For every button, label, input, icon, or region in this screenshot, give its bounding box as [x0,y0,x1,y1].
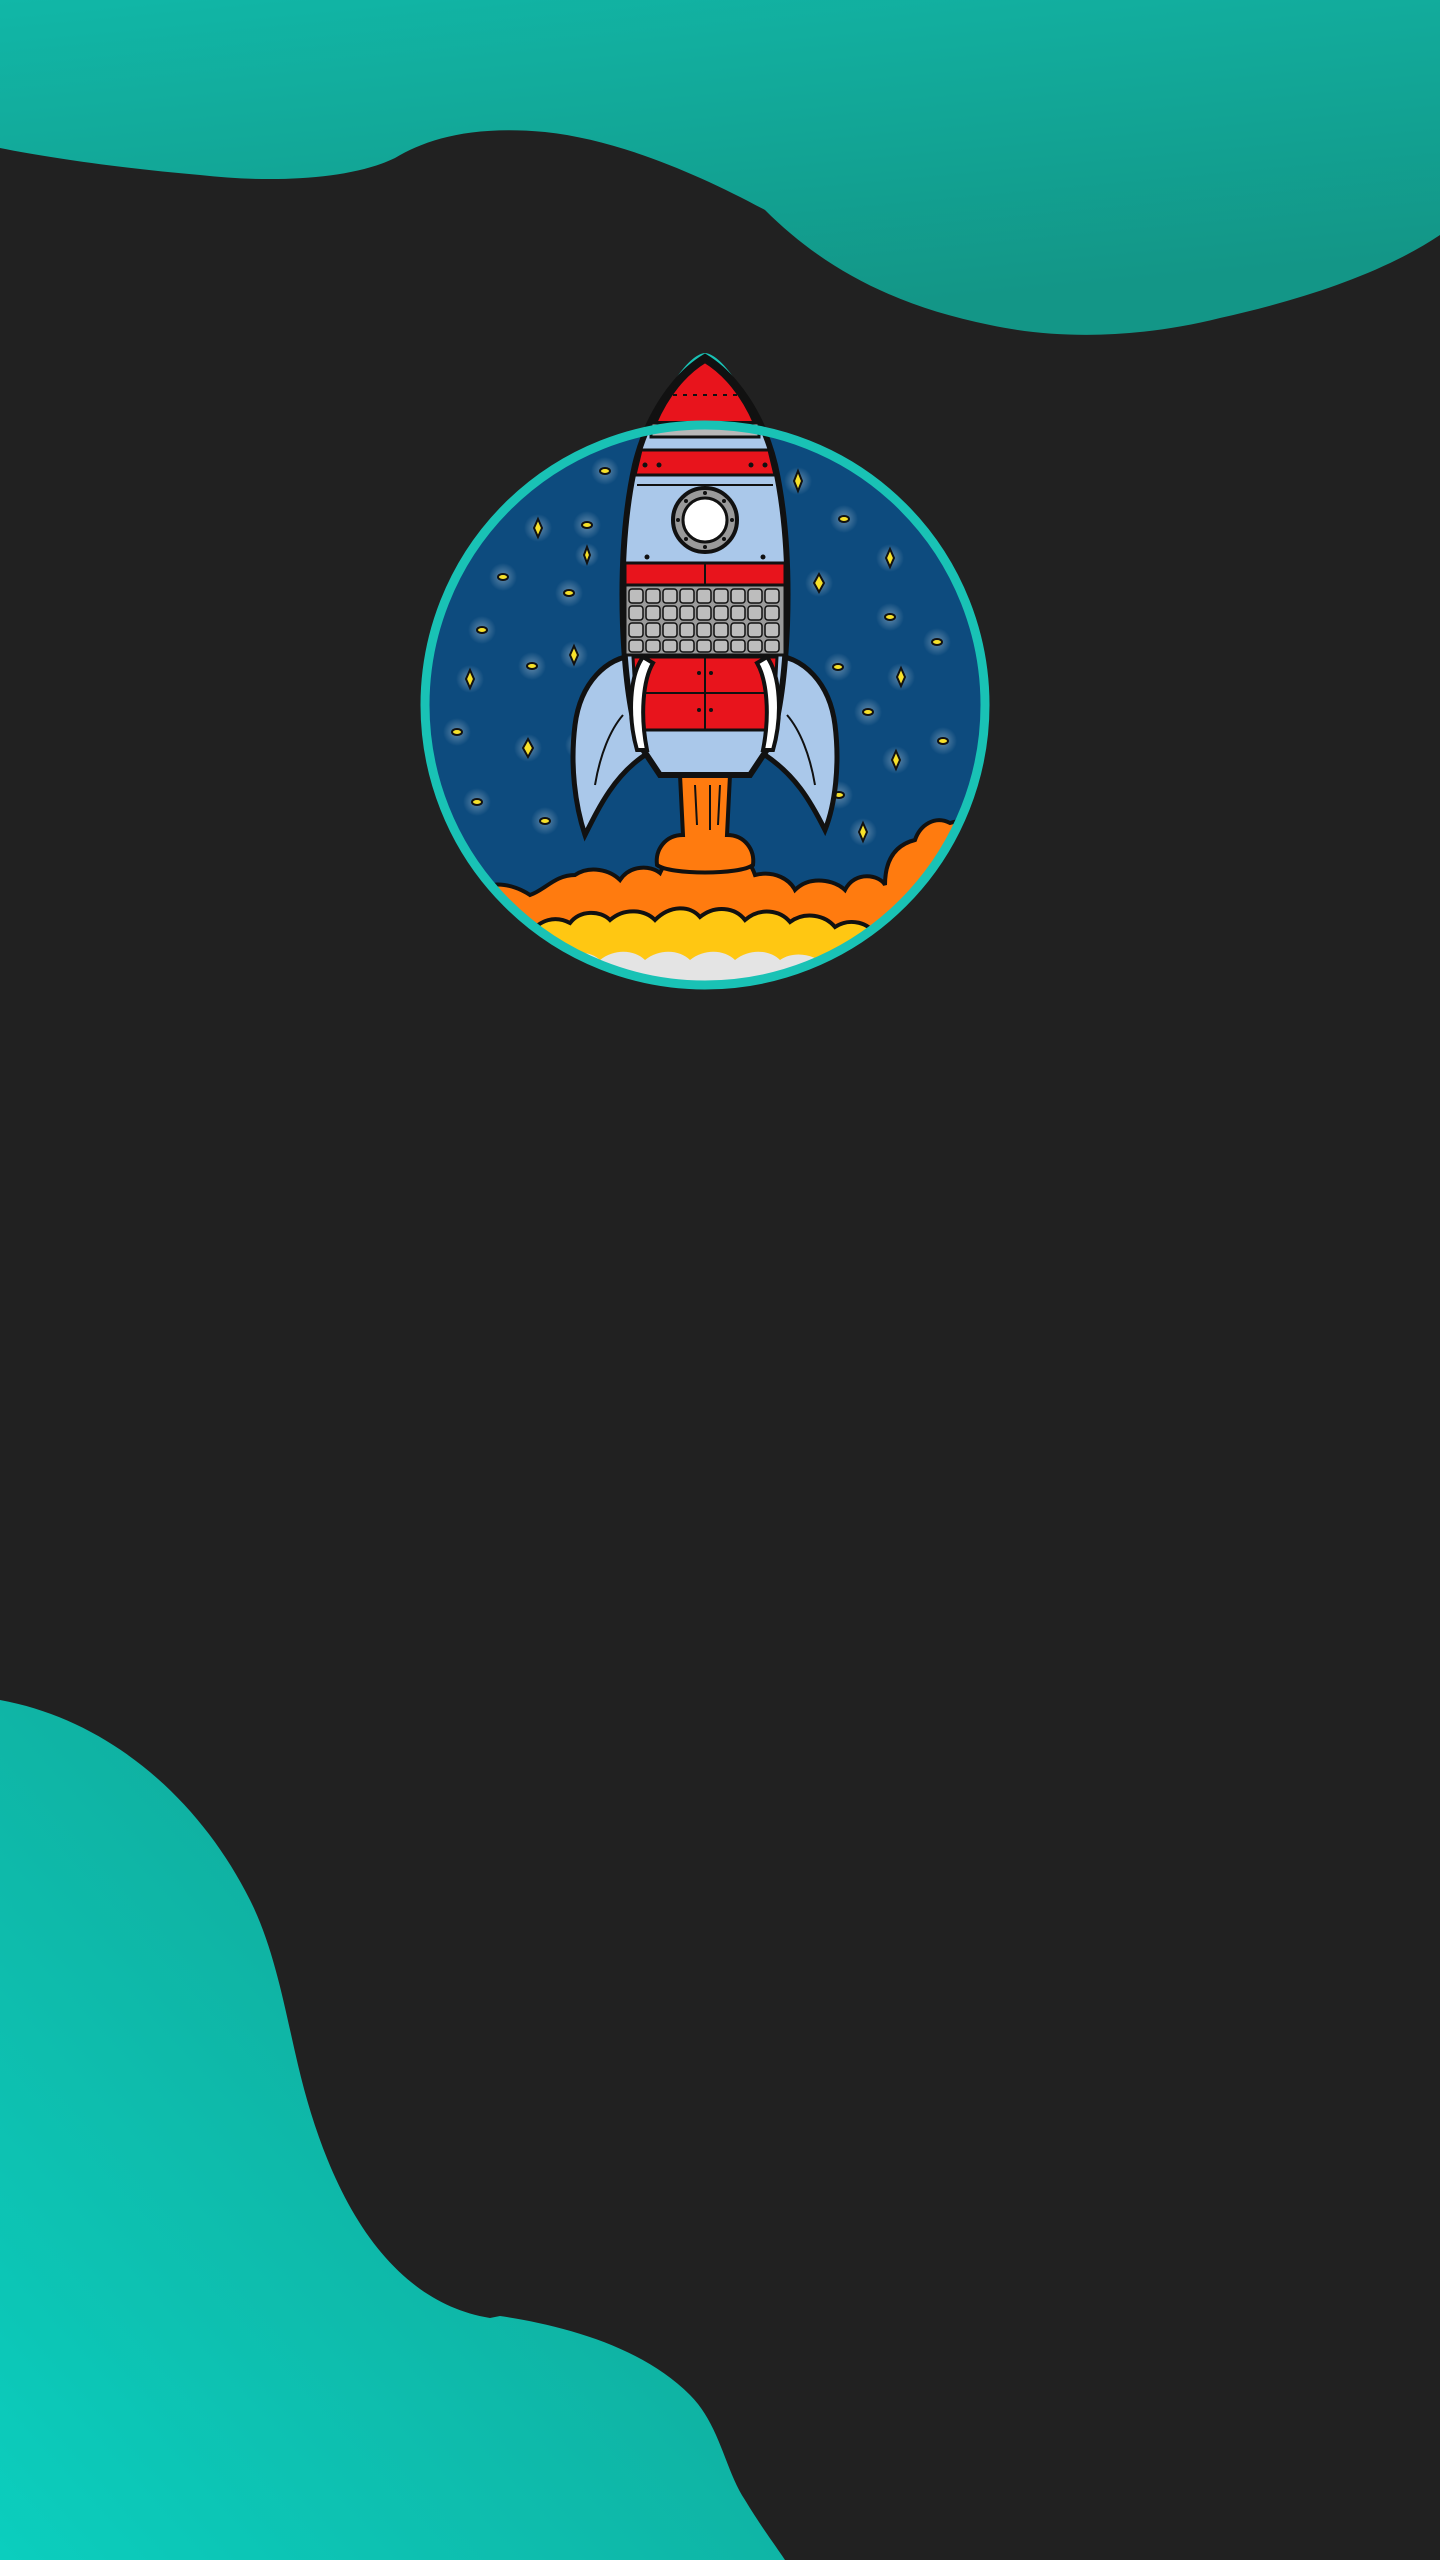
rocket-body [619,353,791,778]
top-wave-shape [0,0,1440,335]
splash-screen [0,0,1440,2560]
rocket-launch-icon [420,353,990,990]
bottom-wave-shape [0,1700,785,2560]
